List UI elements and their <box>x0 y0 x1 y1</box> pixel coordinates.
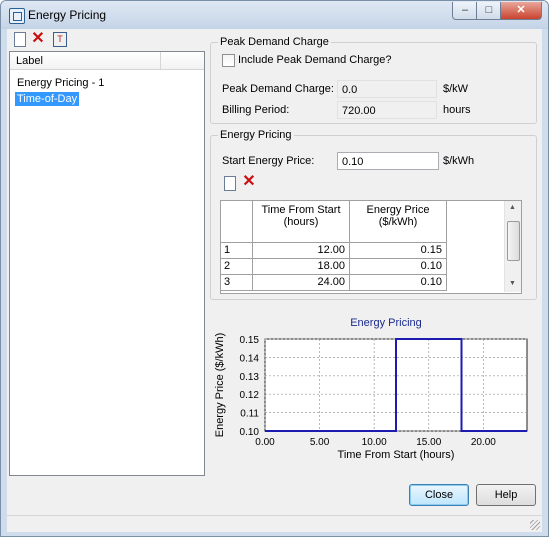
row-index[interactable]: 3 <box>221 275 253 291</box>
billing-period-label: Billing Period: <box>222 104 290 116</box>
time-cell[interactable]: 18.00 <box>253 259 350 275</box>
title-bar[interactable]: Energy Pricing – □ ✕ <box>1 1 548 29</box>
start-energy-price-input[interactable]: 0.10 <box>337 152 439 170</box>
billing-period-field[interactable]: 720.00 <box>337 101 437 119</box>
pricing-table[interactable]: Time From Start (hours) Energy Price ($/… <box>220 200 522 294</box>
y-tick-label: 0.14 <box>240 353 260 364</box>
dialog-body: ✕ T Label Energy Pricing - 1 Time-of-Day… <box>7 29 542 532</box>
window-title: Energy Pricing <box>28 8 107 22</box>
status-bar <box>7 515 542 532</box>
pricing-list[interactable]: Label Energy Pricing - 1 Time-of-Day <box>9 51 205 476</box>
close-window-button[interactable]: ✕ <box>500 2 542 20</box>
price-cell[interactable]: 0.10 <box>350 259 447 275</box>
row-header-corner <box>221 201 253 243</box>
time-column-header[interactable]: Time From Start (hours) <box>253 201 350 243</box>
resize-grip-icon[interactable] <box>530 520 540 530</box>
close-button[interactable]: Close <box>409 484 469 506</box>
include-peak-demand-label: Include Peak Demand Charge? <box>238 54 392 66</box>
add-row-icon[interactable] <box>224 176 236 191</box>
peak-demand-group-title: Peak Demand Charge <box>218 36 331 48</box>
start-energy-price-unit: $/kWh <box>443 155 475 167</box>
start-energy-price-label: Start Energy Price: <box>222 155 315 167</box>
y-tick-label: 0.12 <box>240 390 260 401</box>
peak-demand-charge-label: Peak Demand Charge: <box>222 83 334 95</box>
energy-pricing-chart: Energy Pricing 0.10 0.11 0.12 0.13 0.14 0.15 0.… <box>207 311 538 470</box>
scroll-up-arrow-icon[interactable]: ▲ <box>509 204 516 211</box>
app-icon <box>9 8 25 24</box>
x-tick-label: 0.00 <box>255 437 275 448</box>
x-tick-label: 15.00 <box>416 437 441 448</box>
price-cell[interactable]: 0.10 <box>350 275 447 291</box>
scroll-down-arrow-icon[interactable]: ▼ <box>509 280 516 287</box>
label-column-header: Label <box>16 55 43 67</box>
y-tick-label: 0.11 <box>240 409 259 420</box>
new-document-icon[interactable] <box>14 32 26 47</box>
peak-demand-charge-field[interactable]: 0.0 <box>337 80 437 98</box>
list-column-header[interactable]: Label <box>10 52 204 70</box>
list-item-time-of-day[interactable]: Time-of-Day <box>15 92 80 106</box>
price-cell[interactable]: 0.15 <box>350 243 447 259</box>
delete-icon[interactable]: ✕ <box>31 31 45 47</box>
time-cell[interactable]: 24.00 <box>253 275 350 291</box>
list-item-energy-pricing-1[interactable]: Energy Pricing - 1 <box>15 76 106 90</box>
row-index[interactable]: 1 <box>221 243 253 259</box>
x-tick-label: 20.00 <box>471 437 496 448</box>
energy-pricing-group-title: Energy Pricing <box>218 129 294 141</box>
delete-row-icon[interactable]: ✕ <box>242 174 256 190</box>
rename-icon[interactable]: T <box>53 32 67 47</box>
y-tick-label: 0.13 <box>240 372 260 383</box>
table-scrollbar[interactable]: ▲ ▼ <box>504 201 521 292</box>
billing-period-unit: hours <box>443 104 471 116</box>
minimize-button[interactable]: – <box>452 2 478 20</box>
scroll-thumb[interactable] <box>507 221 520 261</box>
row-index[interactable]: 2 <box>221 259 253 275</box>
help-button[interactable]: Help <box>476 484 536 506</box>
chart-title: Energy Pricing <box>350 317 422 329</box>
x-tick-label: 5.00 <box>310 437 330 448</box>
include-peak-demand-checkbox[interactable] <box>222 54 235 67</box>
price-column-header[interactable]: Energy Price ($/kWh) <box>350 201 447 243</box>
chart-svg: Energy Pricing0.100.110.120.130.140.150.… <box>214 317 528 461</box>
peak-demand-charge-unit: $/kW <box>443 83 469 95</box>
y-tick-label: 0.15 <box>240 335 260 346</box>
energy-pricing-window: Energy Pricing – □ ✕ ✕ T Label Energy Pr… <box>0 0 549 537</box>
time-cell[interactable]: 12.00 <box>253 243 350 259</box>
maximize-button[interactable]: □ <box>476 2 502 20</box>
x-tick-label: 10.00 <box>362 437 387 448</box>
x-axis-label: Time From Start (hours) <box>338 449 455 461</box>
y-axis-label: Energy Price ($/kWh) <box>214 333 226 438</box>
